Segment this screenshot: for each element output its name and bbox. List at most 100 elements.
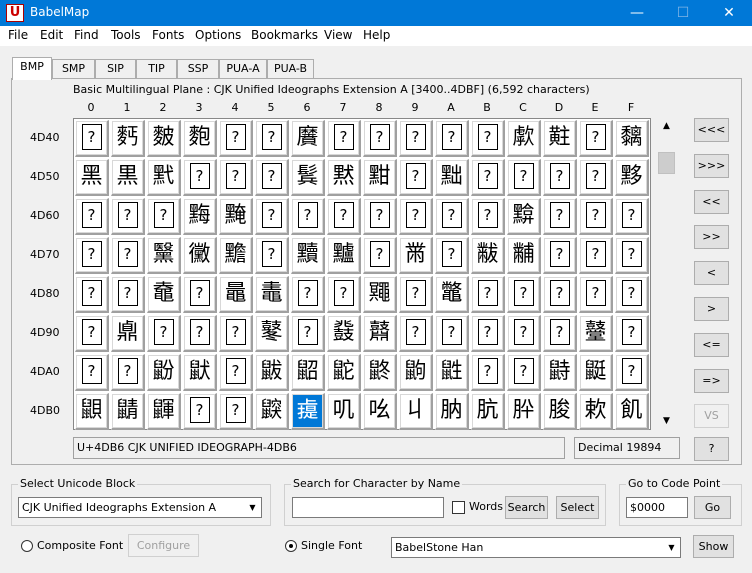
character-cell[interactable]: 鼈 bbox=[435, 276, 469, 313]
character-cell[interactable]: 黚 bbox=[363, 159, 397, 196]
character-cell[interactable]: 鼩 bbox=[399, 354, 433, 391]
character-cell[interactable]: ? bbox=[327, 198, 361, 235]
character-cell[interactable]: 黙 bbox=[327, 159, 361, 196]
previous-page-button[interactable]: < bbox=[694, 261, 729, 285]
tab-pua-a[interactable]: PUA-A bbox=[219, 59, 267, 79]
character-cell[interactable]: ? bbox=[327, 276, 361, 313]
character-cell[interactable]: 鼲 bbox=[147, 393, 181, 430]
character-cell[interactable]: 黵 bbox=[219, 237, 253, 274]
character-cell[interactable]: ? bbox=[291, 315, 325, 352]
character-cell[interactable]: 肸 bbox=[507, 393, 541, 430]
character-cell[interactable]: 黟 bbox=[615, 159, 649, 196]
character-cell[interactable]: 鼧 bbox=[327, 354, 361, 391]
character-cell[interactable]: ? bbox=[183, 276, 217, 313]
next-page-button[interactable]: > bbox=[694, 297, 729, 321]
character-cell[interactable]: 黂 bbox=[291, 120, 325, 157]
character-cell[interactable]: ? bbox=[255, 120, 289, 157]
character-cell[interactable]: ? bbox=[219, 120, 253, 157]
character-cell[interactable]: 朘 bbox=[543, 393, 577, 430]
character-cell[interactable]: ? bbox=[507, 315, 541, 352]
menu-file[interactable]: File bbox=[8, 28, 28, 42]
character-cell[interactable]: ? bbox=[75, 276, 109, 313]
scroll-thumb[interactable] bbox=[658, 152, 675, 174]
character-cell[interactable]: ? bbox=[615, 354, 649, 391]
character-cell[interactable]: 肮 bbox=[471, 393, 505, 430]
character-cell[interactable]: 黒 bbox=[111, 159, 145, 196]
character-cell[interactable]: 歑 bbox=[507, 120, 541, 157]
character-cell[interactable]: ? bbox=[291, 276, 325, 313]
search-input[interactable] bbox=[292, 497, 444, 518]
character-cell[interactable]: ? bbox=[399, 120, 433, 157]
character-cell[interactable]: 鼂 bbox=[219, 276, 253, 313]
scroll-down-icon[interactable]: ▼ bbox=[657, 413, 676, 430]
character-cell[interactable]: ? bbox=[75, 315, 109, 352]
character-cell[interactable]: ? bbox=[75, 120, 109, 157]
character-cell[interactable]: ? bbox=[111, 237, 145, 274]
character-cell[interactable]: 鼦 bbox=[291, 354, 325, 391]
character-cell[interactable]: 鼆 bbox=[363, 276, 397, 313]
last-block-button[interactable]: >>> bbox=[694, 154, 729, 178]
character-cell[interactable]: 麭 bbox=[183, 120, 217, 157]
character-cell[interactable]: 鼵 bbox=[255, 393, 289, 430]
character-cell[interactable]: 鼘 bbox=[363, 315, 397, 352]
character-cell[interactable]: 黓 bbox=[147, 159, 181, 196]
character-cell[interactable]: 黐 bbox=[615, 120, 649, 157]
character-cell[interactable]: 鼨 bbox=[363, 354, 397, 391]
select-button[interactable]: Select bbox=[556, 496, 599, 519]
font-select[interactable]: BabelStone Han ▼ bbox=[391, 537, 681, 558]
menu-find[interactable]: Find bbox=[74, 28, 99, 42]
first-block-button[interactable]: <<< bbox=[694, 118, 729, 142]
tab-tip[interactable]: TIP bbox=[136, 59, 177, 79]
character-cell[interactable]: ? bbox=[111, 198, 145, 235]
character-cell[interactable]: 黭 bbox=[507, 198, 541, 235]
go-button[interactable]: Go bbox=[694, 496, 731, 519]
character-cell[interactable]: ? bbox=[399, 198, 433, 235]
character-cell[interactable]: ? bbox=[579, 276, 613, 313]
menu-options[interactable]: Options bbox=[195, 28, 241, 42]
character-cell[interactable]: 吆 bbox=[363, 393, 397, 430]
composite-font-radio[interactable] bbox=[21, 540, 33, 552]
character-cell[interactable]: ? bbox=[471, 198, 505, 235]
menu-fonts[interactable]: Fonts bbox=[152, 28, 184, 42]
character-cell[interactable]: 叽 bbox=[327, 393, 361, 430]
character-cell[interactable]: ? bbox=[543, 237, 577, 274]
tab-smp[interactable]: SMP bbox=[52, 59, 95, 79]
character-cell[interactable]: ? bbox=[471, 159, 505, 196]
configure-button[interactable]: Configure bbox=[128, 534, 199, 557]
single-font-radio[interactable] bbox=[285, 540, 297, 552]
menu-bookmarks[interactable]: Bookmarks bbox=[251, 28, 318, 42]
character-cell[interactable]: 鼪 bbox=[435, 354, 469, 391]
character-cell[interactable]: 鼥 bbox=[255, 354, 289, 391]
character-cell[interactable]: 黣 bbox=[183, 198, 217, 235]
character-cell[interactable]: ? bbox=[507, 354, 541, 391]
character-cell[interactable]: ? bbox=[75, 237, 109, 274]
character-cell[interactable]: 鼣 bbox=[183, 354, 217, 391]
character-cell[interactable]: 鼱 bbox=[111, 393, 145, 430]
character-cell[interactable]: ? bbox=[147, 315, 181, 352]
menu-edit[interactable]: Edit bbox=[40, 28, 63, 42]
character-cell[interactable]: 黑 bbox=[75, 159, 109, 196]
character-cell[interactable]: ? bbox=[255, 198, 289, 235]
character-cell[interactable]: 黸 bbox=[327, 237, 361, 274]
character-cell[interactable]: ? bbox=[219, 315, 253, 352]
tab-sip[interactable]: SIP bbox=[95, 59, 136, 79]
character-cell[interactable]: ? bbox=[543, 198, 577, 235]
character-cell[interactable]: ? bbox=[579, 120, 613, 157]
character-cell[interactable]: ? bbox=[399, 159, 433, 196]
character-cell[interactable]: ? bbox=[471, 276, 505, 313]
next-block-button[interactable]: >> bbox=[694, 225, 729, 249]
next-character-button[interactable]: => bbox=[694, 369, 729, 393]
character-cell[interactable]: 欶 bbox=[579, 393, 613, 430]
code-point-input[interactable]: $0000 bbox=[626, 497, 688, 518]
character-cell[interactable]: 黻 bbox=[471, 237, 505, 274]
character-cell[interactable]: ? bbox=[219, 159, 253, 196]
character-cell[interactable]: ? bbox=[615, 198, 649, 235]
character-cell[interactable]: 鼭 bbox=[543, 354, 577, 391]
character-cell[interactable]: 麬 bbox=[147, 120, 181, 157]
variation-selector-button[interactable]: VS bbox=[694, 404, 729, 428]
character-cell[interactable]: ? bbox=[111, 354, 145, 391]
tab-ssp[interactable]: SSP bbox=[177, 59, 219, 79]
character-cell[interactable]: 肭 bbox=[435, 393, 469, 430]
character-cell[interactable]: 鼢 bbox=[147, 354, 181, 391]
character-cell[interactable]: 鼞 bbox=[579, 315, 613, 352]
